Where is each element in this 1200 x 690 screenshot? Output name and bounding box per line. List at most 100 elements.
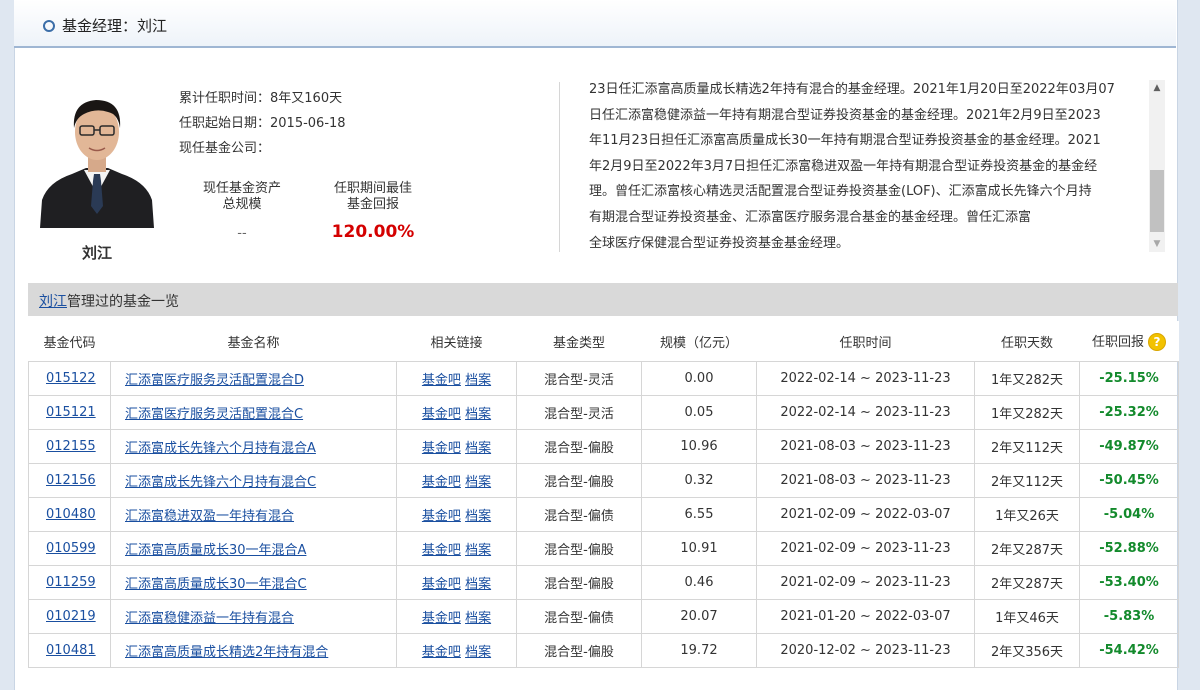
col-header-links: 相关链接 <box>396 321 517 362</box>
fund-bar-link[interactable]: 基金吧 <box>422 509 461 524</box>
fund-archive-link[interactable]: 档案 <box>465 441 491 456</box>
fund-bar-link[interactable]: 基金吧 <box>422 611 461 626</box>
fund-type: 混合型-偏债 <box>516 599 642 634</box>
fund-name-link[interactable]: 汇添富高质量成长精选2年持有混合 <box>125 645 328 660</box>
fund-name-link[interactable]: 汇添富高质量成长30一年混合A <box>125 543 306 558</box>
start-date-line: 任职起始日期：2015-06-18 <box>179 112 346 131</box>
fund-days: 2年又287天 <box>974 531 1080 566</box>
col-header-code: 基金代码 <box>28 321 111 362</box>
scroll-thumb[interactable] <box>1150 170 1164 232</box>
bio-line: 全球医疗保健混合型证券投资基金基金经理。 <box>589 235 850 251</box>
bio-scrollbar[interactable]: ▲ ▼ <box>1149 80 1165 252</box>
help-icon[interactable]: ? <box>1148 333 1166 352</box>
assets-label: 现任基金资产 总规模 <box>202 181 281 212</box>
table-row: 010481 汇添富高质量成长精选2年持有混合 基金吧 档案 混合型-偏股 19.72 2… <box>28 633 1179 668</box>
fund-archive-link[interactable]: 档案 <box>465 543 491 558</box>
fund-size: 0.05 <box>641 395 757 430</box>
col-header-days: 任职天数 <box>974 321 1080 362</box>
fund-type: 混合型-偏股 <box>516 633 642 668</box>
fund-type: 混合型-偏股 <box>516 531 642 566</box>
manager-bio: 23日任汇添富高质量成长精选2年持有混合的基金经理。2021年1月20日至202… <box>589 77 1143 256</box>
fund-type: 混合型-偏股 <box>516 565 642 600</box>
fund-name-link[interactable]: 汇添富稳进双盈一年持有混合 <box>125 509 294 524</box>
bio-line: 年2月9日至2022年3月7日担任汇添富稳进双盈一年持有期混合型证券投资基金的基… <box>589 158 1098 174</box>
fund-days: 1年又26天 <box>974 497 1080 532</box>
fund-period: 2021-02-09 ~ 2023-11-23 <box>756 565 975 600</box>
tenure-value: 8年又160天 <box>270 91 343 106</box>
fund-name-link[interactable]: 汇添富成长先锋六个月持有混合A <box>125 441 316 456</box>
fund-archive-link[interactable]: 档案 <box>465 407 491 422</box>
fund-type: 混合型-灵活 <box>516 361 642 396</box>
vertical-divider <box>559 82 560 252</box>
fund-return: -50.45% <box>1099 473 1159 488</box>
fund-days: 1年又282天 <box>974 361 1080 396</box>
fund-type: 混合型-偏债 <box>516 497 642 532</box>
fund-code-link[interactable]: 012156 <box>46 473 96 488</box>
fund-period: 2022-02-14 ~ 2023-11-23 <box>756 361 975 396</box>
fund-code-link[interactable]: 011259 <box>46 575 96 590</box>
manager-photo-icon <box>38 82 156 228</box>
fund-period: 2021-08-03 ~ 2023-11-23 <box>756 463 975 498</box>
fund-list-title: 刘江管理过的基金一览 <box>39 294 179 310</box>
fund-return: -25.15% <box>1099 371 1159 386</box>
best-return-label: 任职期间最佳 基金回报 <box>333 181 412 212</box>
fund-archive-link[interactable]: 档案 <box>465 611 491 626</box>
fund-bar-link[interactable]: 基金吧 <box>422 543 461 558</box>
fund-days: 1年又46天 <box>974 599 1080 634</box>
table-row: 010599 汇添富高质量成长30一年混合A 基金吧 档案 混合型-偏股 10.91 20… <box>28 531 1179 566</box>
fund-return: -53.40% <box>1099 575 1159 590</box>
fund-archive-link[interactable]: 档案 <box>465 645 491 660</box>
fund-name-link[interactable]: 汇添富成长先锋六个月持有混合C <box>125 475 316 490</box>
fund-archive-link[interactable]: 档案 <box>465 577 491 592</box>
fund-table: 基金代码 基金名称 相关链接 基金类型 规模（亿元） 任职时间 任职天数 任职回… <box>28 321 1179 668</box>
fund-type: 混合型-偏股 <box>516 429 642 464</box>
fund-bar-link[interactable]: 基金吧 <box>422 373 461 388</box>
col-header-size: 规模（亿元） <box>641 321 757 362</box>
fund-name-link[interactable]: 汇添富稳健添益一年持有混合 <box>125 611 294 626</box>
fund-size: 6.55 <box>641 497 757 532</box>
fund-code-link[interactable]: 010480 <box>46 507 96 522</box>
fund-bar-link[interactable]: 基金吧 <box>422 441 461 456</box>
fund-type: 混合型-偏股 <box>516 463 642 498</box>
table-row: 010219 汇添富稳健添益一年持有混合 基金吧 档案 混合型-偏债 20.07 2021… <box>28 599 1179 634</box>
fund-bar-link[interactable]: 基金吧 <box>422 475 461 490</box>
fund-bar-link[interactable]: 基金吧 <box>422 577 461 592</box>
manager-photo <box>38 82 156 228</box>
fund-code-link[interactable]: 010219 <box>46 609 96 624</box>
fund-code-link[interactable]: 010481 <box>46 643 96 658</box>
table-row: 015122 汇添富医疗服务灵活配置混合D 基金吧 档案 混合型-灵活 0.00 2022… <box>28 361 1179 396</box>
section-title: 基金经理：刘江 <box>62 17 168 35</box>
assets-value: -- <box>237 226 247 241</box>
tenure-line: 累计任职时间：8年又160天 <box>179 87 342 106</box>
section-header: 基金经理：刘江 <box>14 0 1176 48</box>
fund-size: 19.72 <box>641 633 757 668</box>
table-header-row: 基金代码 基金名称 相关链接 基金类型 规模（亿元） 任职时间 任职天数 任职回… <box>28 321 1179 362</box>
table-row: 011259 汇添富高质量成长30一年混合C 基金吧 档案 混合型-偏股 0.46 202… <box>28 565 1179 600</box>
fund-name-link[interactable]: 汇添富医疗服务灵活配置混合D <box>125 373 304 388</box>
fund-bar-link[interactable]: 基金吧 <box>422 407 461 422</box>
scroll-down-arrow-icon[interactable]: ▼ <box>1149 236 1165 252</box>
fund-period: 2021-01-20 ~ 2022-03-07 <box>756 599 975 634</box>
fund-code-link[interactable]: 012155 <box>46 439 96 454</box>
fund-period: 2021-02-09 ~ 2022-03-07 <box>756 497 975 532</box>
fund-type: 混合型-灵活 <box>516 395 642 430</box>
fund-return: -52.88% <box>1099 541 1159 556</box>
circle-bullet-icon <box>43 20 55 32</box>
fund-bar-link[interactable]: 基金吧 <box>422 645 461 660</box>
fund-days: 1年又282天 <box>974 395 1080 430</box>
fund-archive-link[interactable]: 档案 <box>465 475 491 490</box>
fund-size: 20.07 <box>641 599 757 634</box>
fund-code-link[interactable]: 015122 <box>46 371 96 386</box>
fund-code-link[interactable]: 015121 <box>46 405 96 420</box>
col-header-name: 基金名称 <box>110 321 397 362</box>
company-line: 现任基金公司： <box>179 137 270 156</box>
fund-name-link[interactable]: 汇添富高质量成长30一年混合C <box>125 577 307 592</box>
fund-period: 2022-02-14 ~ 2023-11-23 <box>756 395 975 430</box>
fund-name-link[interactable]: 汇添富医疗服务灵活配置混合C <box>125 407 303 422</box>
fund-code-link[interactable]: 010599 <box>46 541 96 556</box>
fund-list-header: 刘江管理过的基金一览 <box>28 283 1178 316</box>
scroll-up-arrow-icon[interactable]: ▲ <box>1149 80 1165 96</box>
manager-link[interactable]: 刘江 <box>39 294 67 310</box>
fund-archive-link[interactable]: 档案 <box>465 509 491 524</box>
fund-archive-link[interactable]: 档案 <box>465 373 491 388</box>
